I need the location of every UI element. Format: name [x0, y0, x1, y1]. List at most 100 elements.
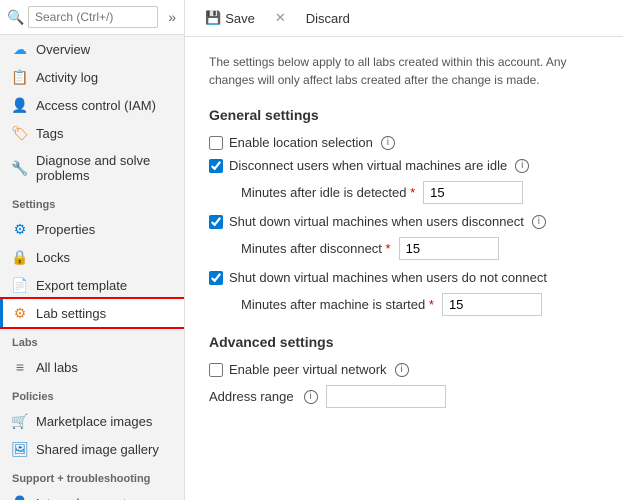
sidebar-item-overview[interactable]: ☁ Overview	[0, 35, 184, 63]
address-range-row: Address range i	[209, 385, 599, 408]
enable-location-info-icon[interactable]: i	[381, 136, 395, 150]
all-labs-icon: ≡	[12, 359, 28, 375]
sidebar-item-all-labs[interactable]: ≡ All labs	[0, 353, 184, 381]
sidebar-label-internal-support: Internal support	[36, 496, 126, 500]
activity-log-icon: 📋	[12, 69, 28, 85]
collapse-sidebar-icon[interactable]: »	[168, 9, 176, 25]
sidebar-item-shared-image-gallery[interactable]: 🖼 Shared image gallery	[0, 435, 184, 463]
sidebar-item-diagnose[interactable]: 🔧 Diagnose and solve problems	[0, 147, 184, 189]
settings-description: The settings below apply to all labs cre…	[209, 53, 599, 89]
shutdown-no-connect-label: Shut down virtual machines when users do…	[229, 270, 547, 285]
sidebar-item-activity-log[interactable]: 📋 Activity log	[0, 63, 184, 91]
sidebar-label-tags: Tags	[36, 126, 63, 141]
save-button[interactable]: 💾 Save	[201, 8, 259, 28]
sidebar-label-lab-settings: Lab settings	[36, 306, 106, 321]
minutes-idle-row: Minutes after idle is detected *	[241, 181, 599, 204]
sidebar-item-internal-support[interactable]: 👤 Internal support	[0, 489, 184, 500]
sidebar-label-overview: Overview	[36, 42, 90, 57]
save-label: Save	[225, 11, 255, 26]
minutes-started-input[interactable]	[442, 293, 542, 316]
minutes-disconnect-required: *	[386, 241, 391, 256]
address-range-input[interactable]	[326, 385, 446, 408]
shutdown-disconnect-checkbox[interactable]	[209, 215, 223, 229]
sidebar-label-diagnose: Diagnose and solve problems	[36, 153, 172, 183]
marketplace-icon: 🛒	[12, 413, 28, 429]
sidebar-label-marketplace-images: Marketplace images	[36, 414, 152, 429]
enable-peer-label: Enable peer virtual network	[229, 362, 387, 377]
disconnect-idle-info-icon[interactable]: i	[515, 159, 529, 173]
enable-location-checkbox[interactable]	[209, 136, 223, 150]
sidebar-label-locks: Locks	[36, 250, 70, 265]
labs-section-label: Labs	[0, 327, 184, 353]
toolbar-separator: ✕	[275, 10, 286, 26]
general-settings-title: General settings	[209, 107, 599, 123]
policies-section-label: Policies	[0, 381, 184, 407]
save-icon: 💾	[205, 10, 221, 26]
minutes-disconnect-input[interactable]	[399, 237, 499, 260]
sidebar-item-access-control[interactable]: 👤 Access control (IAM)	[0, 91, 184, 119]
minutes-disconnect-row: Minutes after disconnect *	[241, 237, 599, 260]
enable-peer-checkbox[interactable]	[209, 363, 223, 377]
discard-label: Discard	[306, 11, 350, 26]
enable-location-row: Enable location selection i	[209, 135, 599, 150]
cloud-icon: ☁	[12, 41, 28, 57]
shutdown-no-connect-checkbox[interactable]	[209, 271, 223, 285]
shutdown-disconnect-info-icon[interactable]: i	[532, 215, 546, 229]
tags-icon: 🏷	[12, 125, 28, 141]
sidebar-label-shared-gallery: Shared image gallery	[36, 442, 159, 457]
minutes-idle-input[interactable]	[423, 181, 523, 204]
minutes-started-label: Minutes after machine is started *	[241, 297, 434, 312]
minutes-started-label-text: Minutes after machine is started	[241, 297, 425, 312]
sidebar-item-export-template[interactable]: 📄 Export template	[0, 271, 184, 299]
export-template-icon: 📄	[12, 277, 28, 293]
minutes-disconnect-label: Minutes after disconnect *	[241, 241, 391, 256]
enable-peer-info-icon[interactable]: i	[395, 363, 409, 377]
disconnect-idle-row: Disconnect users when virtual machines a…	[209, 158, 599, 173]
sidebar-item-lab-settings[interactable]: ⚙ Lab settings	[0, 299, 184, 327]
access-control-icon: 👤	[12, 97, 28, 113]
shutdown-no-connect-row: Shut down virtual machines when users do…	[209, 270, 599, 285]
minutes-idle-required: *	[410, 185, 415, 200]
address-range-label: Address range	[209, 389, 294, 404]
sidebar-label-all-labs: All labs	[36, 360, 78, 375]
main-content: 💾 Save ✕ Discard The settings below appl…	[185, 0, 623, 500]
minutes-idle-label-text: Minutes after idle is detected	[241, 185, 406, 200]
minutes-started-row: Minutes after machine is started *	[241, 293, 599, 316]
settings-content: The settings below apply to all labs cre…	[185, 37, 623, 500]
locks-icon: 🔒	[12, 249, 28, 265]
address-range-label-text: Address range	[209, 389, 294, 404]
shared-gallery-icon: 🖼	[12, 441, 28, 457]
address-range-info-icon[interactable]: i	[304, 390, 318, 404]
advanced-settings-title: Advanced settings	[209, 334, 599, 350]
sidebar-item-tags[interactable]: 🏷 Tags	[0, 119, 184, 147]
sidebar-search-container: 🔍 »	[0, 0, 184, 35]
minutes-disconnect-label-text: Minutes after disconnect	[241, 241, 382, 256]
disconnect-idle-checkbox[interactable]	[209, 159, 223, 173]
settings-section-label: Settings	[0, 189, 184, 215]
sidebar-label-activity-log: Activity log	[36, 70, 98, 85]
support-section-label: Support + troubleshooting	[0, 463, 184, 489]
sidebar: 🔍 » ☁ Overview 📋 Activity log 👤 Access c…	[0, 0, 185, 500]
sidebar-label-export-template: Export template	[36, 278, 127, 293]
sidebar-label-access-control: Access control (IAM)	[36, 98, 156, 113]
enable-peer-row: Enable peer virtual network i	[209, 362, 599, 377]
discard-button[interactable]: Discard	[302, 9, 354, 28]
diagnose-icon: 🔧	[12, 160, 28, 176]
advanced-settings-section: Advanced settings Enable peer virtual ne…	[209, 334, 599, 408]
properties-icon: ⚙	[12, 221, 28, 237]
sidebar-item-properties[interactable]: ⚙ Properties	[0, 215, 184, 243]
sidebar-label-properties: Properties	[36, 222, 95, 237]
shutdown-disconnect-row: Shut down virtual machines when users di…	[209, 214, 599, 229]
enable-location-label: Enable location selection	[229, 135, 373, 150]
minutes-idle-label: Minutes after idle is detected *	[241, 185, 415, 200]
search-input[interactable]	[28, 6, 158, 28]
lab-settings-icon: ⚙	[12, 305, 28, 321]
sidebar-item-locks[interactable]: 🔒 Locks	[0, 243, 184, 271]
internal-support-icon: 👤	[12, 495, 28, 500]
search-icon: 🔍	[8, 9, 24, 25]
minutes-started-required: *	[429, 297, 434, 312]
toolbar: 💾 Save ✕ Discard	[185, 0, 623, 37]
shutdown-disconnect-label: Shut down virtual machines when users di…	[229, 214, 524, 229]
disconnect-idle-label: Disconnect users when virtual machines a…	[229, 158, 507, 173]
sidebar-item-marketplace-images[interactable]: 🛒 Marketplace images	[0, 407, 184, 435]
